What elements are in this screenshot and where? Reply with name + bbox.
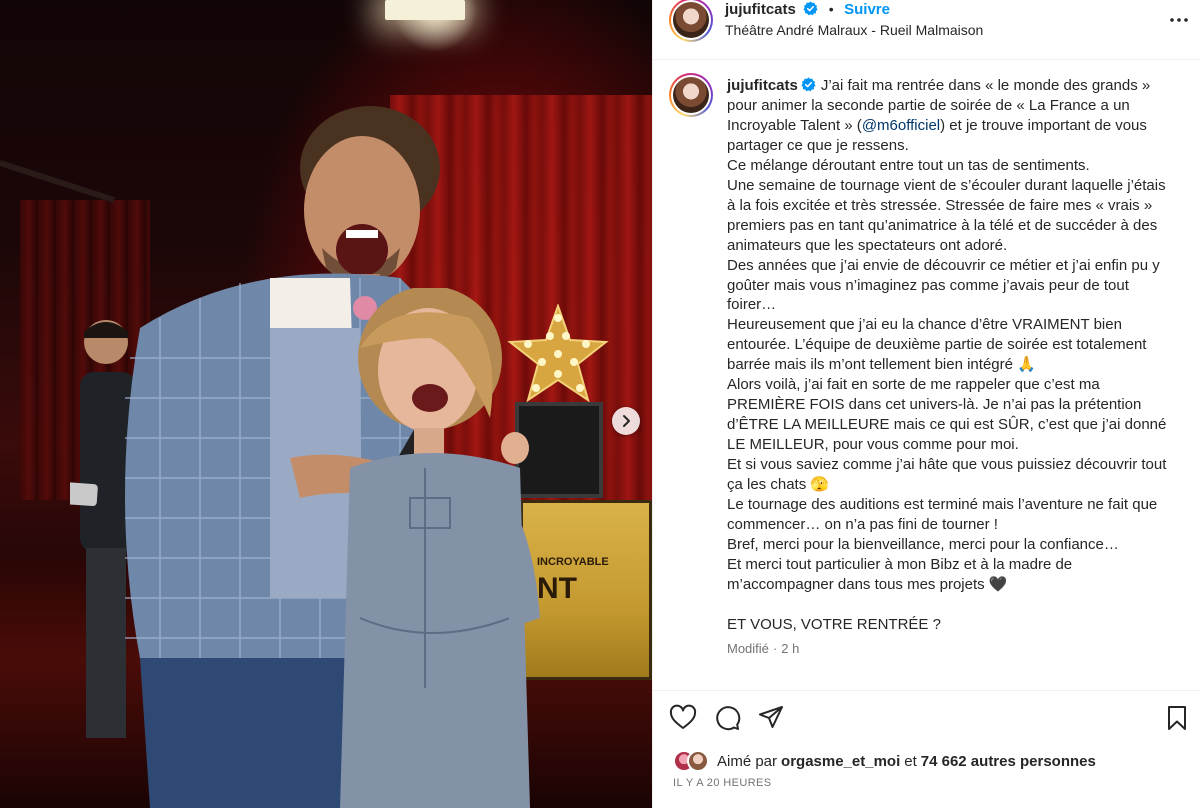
send-icon[interactable] [757,704,785,732]
post-location[interactable]: Théâtre André Malraux - Rueil Malmaison [725,22,983,38]
chevron-right-icon [623,415,630,427]
post-sidebar: jujufitcats • Suivre Théâtre André Malra… [652,0,1200,808]
lighting-truss [0,160,116,203]
stage-spotlight [385,0,465,20]
caption-area: jujufitcats J’ai fait ma rentrée dans « … [653,61,1200,691]
comment-icon[interactable] [713,704,741,732]
actions-divider [653,690,1200,691]
caption-line: Alors voilà, j’ai fait en sorte de me ra… [727,376,1167,454]
caption-username[interactable]: jujufitcats [727,77,798,94]
post-caption: jujufitcats J’ai fait ma rentrée dans « … [727,76,1167,635]
likes-count[interactable]: 74 662 autres personnes [921,753,1096,770]
verified-badge-icon [803,1,818,16]
caption-line: Et merci tout particulier à mon Bibz et … [727,555,1073,593]
header-separator: • [828,1,834,17]
woman-in-jumpsuit [340,288,540,808]
more-dots-icon[interactable] [1167,8,1191,32]
caption-author-avatar[interactable] [669,73,713,117]
likes-summary[interactable]: Aimé par orgasme_et_moi et 74 662 autres… [673,750,1096,772]
likes-middle: et [904,752,917,770]
caption-line: Une semaine de tournage vient de s’écoul… [727,176,1166,254]
follow-button[interactable]: Suivre [844,1,890,18]
caption-line: Le tournage des auditions est terminé ma… [727,496,1158,533]
mention-link[interactable]: @m6officiel [862,117,940,134]
liker-avatar [687,750,709,772]
next-image-button[interactable] [612,407,640,435]
modified-separator: · [772,641,778,656]
verified-badge-icon [801,77,816,92]
modified-time: 2 h [781,641,800,656]
post-photo[interactable]: INCROYABLE NT [0,0,652,808]
modified-timestamp: Modifié · 2 h [727,641,799,656]
liker-username[interactable]: orgasme_et_moi [781,753,900,770]
caption-line: Bref, merci pour la bienveillance, merci… [727,535,1119,553]
caption-line: Des années que j’ai envie de découvrir c… [727,256,1160,314]
likes-prefix: Aimé par [717,752,778,770]
post-header: jujufitcats • Suivre Théâtre André Malra… [653,0,1200,60]
caption-line: Heureusement que j’ai eu la chance d’êtr… [727,316,1147,374]
post-actions [669,704,1189,732]
author-username[interactable]: jujufitcats [725,1,796,18]
author-avatar[interactable] [669,0,713,42]
post-time-ago[interactable]: IL Y A 20 HEURES [673,777,772,789]
caption-line: Ce mélange déroutant entre tout un tas d… [727,156,1090,174]
modified-label: Modifié [727,641,769,656]
bookmark-icon[interactable] [1163,704,1191,732]
caption-line: Et si vous saviez comme j’ai hâte que vo… [727,456,1167,494]
caption-closing: ET VOUS, VOTRE RENTRÉE ? [727,615,941,633]
heart-icon[interactable] [669,704,697,732]
